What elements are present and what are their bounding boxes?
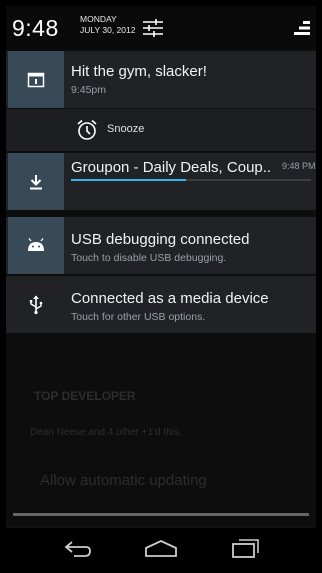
download-progress-bar bbox=[71, 179, 311, 181]
notification-time: 9:45pm bbox=[71, 84, 107, 96]
notification-icon-box bbox=[8, 153, 64, 210]
android-icon bbox=[28, 237, 44, 251]
download-icon bbox=[30, 174, 42, 189]
download-progress-fill bbox=[71, 179, 187, 181]
notification-icon-box bbox=[8, 217, 64, 274]
day-label: MONDAY bbox=[80, 14, 117, 24]
clear-all-icon[interactable] bbox=[294, 19, 310, 37]
date-block: MONDAY JULY 30, 2012 bbox=[80, 14, 135, 36]
notification-title: USB debugging connected bbox=[71, 231, 250, 248]
shade-drag-handle[interactable] bbox=[13, 513, 309, 516]
plus-one-line: Dean Neese and 4 other +1'd this. bbox=[30, 427, 182, 438]
notification-title: Connected as a media device bbox=[71, 290, 269, 307]
notification-icon-box bbox=[8, 276, 64, 333]
date-label: JULY 30, 2012 bbox=[80, 25, 136, 35]
shade-header: 9:48 MONDAY JULY 30, 2012 bbox=[6, 6, 316, 50]
notification-timestamp: 9:48 PM bbox=[282, 161, 316, 171]
auto-update-label: Allow automatic updating bbox=[40, 472, 207, 489]
usb-icon bbox=[29, 295, 43, 314]
divider bbox=[6, 210, 316, 211]
settings-sliders-icon[interactable] bbox=[142, 17, 164, 39]
snooze-label: Snooze bbox=[107, 123, 145, 135]
calendar-icon bbox=[27, 72, 45, 87]
clock-time: 9:48 bbox=[12, 15, 59, 41]
notification-subtitle: Touch for other USB options. bbox=[71, 311, 206, 323]
divider bbox=[6, 274, 316, 275]
notification-title: Groupon - Daily Deals, Coup.. bbox=[71, 159, 272, 176]
top-developer-label: TOP DEVELOPER bbox=[34, 389, 136, 403]
notification-download[interactable]: Groupon - Daily Deals, Coup.. 9:48 PM bbox=[6, 153, 316, 210]
notification-subtitle: Touch to disable USB debugging. bbox=[71, 252, 227, 264]
screen: TOP DEVELOPER Dean Neese and 4 other +1'… bbox=[6, 6, 316, 567]
home-icon[interactable] bbox=[143, 536, 179, 560]
notification-title: Hit the gym, slacker! bbox=[71, 63, 207, 80]
notification-calendar[interactable]: Hit the gym, slacker! 9:45pm bbox=[6, 51, 316, 108]
alarm-clock-icon bbox=[77, 119, 97, 140]
notification-icon-box bbox=[8, 51, 64, 108]
navigation-bar bbox=[6, 528, 316, 567]
back-icon[interactable] bbox=[60, 536, 96, 560]
notification-usb-media[interactable]: Connected as a media device Touch for ot… bbox=[6, 276, 316, 333]
snooze-action[interactable]: Snooze bbox=[6, 109, 316, 151]
notification-usb-debugging[interactable]: USB debugging connected Touch to disable… bbox=[6, 217, 316, 274]
recents-icon[interactable] bbox=[227, 536, 263, 560]
